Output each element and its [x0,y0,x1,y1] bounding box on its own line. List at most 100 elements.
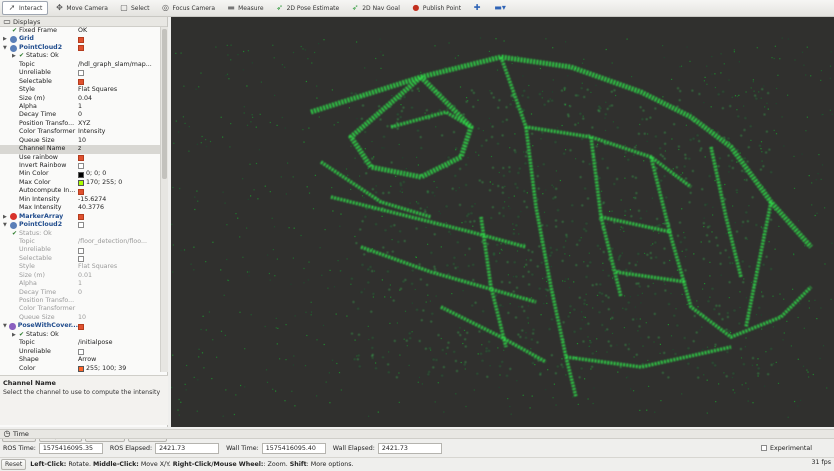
row-value[interactable]: 40.3776 [78,204,104,212]
property-row[interactable]: Color Transformer [0,305,160,313]
row-value[interactable]: 0 [78,111,82,119]
display-item[interactable]: ▶ Grid [0,35,160,44]
display-tree-scrollbar[interactable] [160,27,168,372]
experimental-checkbox[interactable] [761,445,767,451]
measure-tool-button[interactable]: ▬ Measure [222,1,269,15]
property-row[interactable]: Queue Size 10 [0,314,160,322]
property-row[interactable]: Unreliable [0,246,160,254]
color-swatch[interactable] [78,365,84,372]
property-row[interactable]: Max Color 170; 255; 0 [0,179,160,187]
move-camera-tool-button[interactable]: ✥ Move Camera [50,1,113,15]
enable-checkbox[interactable] [78,154,84,161]
property-row[interactable]: ✔ Status: Ok [0,230,160,238]
row-value[interactable]: 1 [78,280,82,288]
property-row[interactable]: Decay Time 0 [0,111,160,119]
display-item[interactable]: ▼ PointCloud2 [0,221,160,229]
property-row[interactable]: Color Transformer Intensity [0,128,160,136]
scrollbar-thumb[interactable] [162,29,167,179]
interact-tool-button[interactable]: ➚ Interact [2,1,49,15]
property-row[interactable]: Position Transfo... [0,297,160,305]
property-row[interactable]: Color 255; 100; 39 [0,365,160,373]
property-row[interactable]: Use rainbow [0,154,160,162]
reset-button[interactable]: Reset [1,459,27,470]
2d-nav-goal-tool-button[interactable]: ➶ 2D Nav Goal [346,1,405,15]
row-value[interactable]: 10 [78,137,86,145]
wall-elapsed-field[interactable]: 2421.73 [377,442,442,454]
row-value[interactable]: /floor_detection/floo... [78,238,147,246]
minus-dropdown-tool-button[interactable]: ▬▾ [488,1,512,15]
wall-time-field[interactable]: 1575416095.40 [261,442,326,454]
enable-checkbox[interactable] [78,45,84,52]
row-value[interactable]: /initialpose [78,339,112,347]
collapse-arrow-icon[interactable]: ▶ [3,35,10,43]
row-value[interactable]: 10 [78,314,86,322]
collapse-arrow-icon[interactable]: ▶ [3,213,10,221]
enable-checkbox[interactable] [78,70,84,77]
expand-arrow-icon[interactable]: ▼ [3,221,10,229]
enable-checkbox[interactable] [78,78,84,85]
row-value[interactable]: -15.6274 [78,196,106,204]
property-row[interactable]: Decay Time 0 [0,289,160,297]
row-value[interactable]: 0; 0; 0 [86,170,106,178]
enable-checkbox[interactable] [78,256,84,263]
property-row[interactable]: ▶ ✔ Status: Ok [0,52,160,60]
row-value[interactable]: Arrow [78,356,96,364]
property-row[interactable]: Topic/initialpose [0,339,160,347]
row-value[interactable]: 0.01 [78,272,92,280]
enable-checkbox[interactable] [78,36,84,43]
property-row[interactable]: Min Color 0; 0; 0 [0,170,160,178]
select-tool-button[interactable]: ▢ Select [115,1,155,15]
row-value[interactable]: Intensity [78,128,105,136]
property-row[interactable]: Autocompute In... [0,187,160,195]
row-value[interactable]: z [78,145,81,153]
ros-time-field[interactable]: 1575416095.35 [38,442,103,454]
row-value[interactable]: Flat Squares [78,263,117,271]
row-value[interactable]: 0.04 [78,95,92,103]
row-value[interactable]: 170; 255; 0 [86,179,122,187]
property-row[interactable]: Topic/hdl_graph_slam/map... [0,61,160,69]
property-row[interactable]: Shape Arrow [0,356,160,364]
row-value[interactable]: Flat Squares [78,86,117,94]
color-swatch[interactable] [78,180,84,187]
display-item[interactable]: ▼ PointCloud2 [0,44,160,52]
enable-checkbox[interactable] [78,163,84,170]
property-row[interactable]: Channel Name z [0,145,160,154]
enable-checkbox[interactable] [78,222,84,229]
enable-checkbox[interactable] [78,348,84,355]
3d-viewport[interactable] [171,17,834,427]
enable-checkbox[interactable] [78,247,84,254]
row-value[interactable]: 0 [78,289,82,297]
enable-checkbox[interactable] [78,213,84,220]
property-row[interactable]: Min Intensity -15.6274 [0,196,160,204]
property-row[interactable]: Alpha 1 [0,280,160,288]
enable-checkbox[interactable] [78,323,84,330]
property-row[interactable]: ✔ Fixed Frame OK [0,27,160,35]
publish-point-tool-button[interactable]: ● Publish Point [407,1,466,15]
property-row[interactable]: Style Flat Squares [0,263,160,271]
color-swatch[interactable] [78,171,84,178]
property-row[interactable]: Selectable [0,255,160,263]
display-item[interactable]: ▶ MarkerArray [0,213,160,221]
property-row[interactable]: Invert Rainbow [0,162,160,170]
property-row[interactable]: Size (m) 0.01 [0,272,160,280]
row-value[interactable]: XYZ [78,120,90,128]
property-row[interactable]: Style Flat Squares [0,86,160,94]
property-row[interactable]: Selectable [0,78,160,86]
property-row[interactable]: Max Intensity 40.3776 [0,204,160,212]
property-row[interactable]: Alpha 1 [0,103,160,111]
expand-arrow-icon[interactable]: ▼ [3,44,10,52]
row-value[interactable]: /hdl_graph_slam/map... [78,61,152,69]
property-row[interactable]: ▶ ✔ Status: Ok [0,331,160,339]
property-row[interactable]: Unreliable [0,69,160,77]
2d-pose-estimate-tool-button[interactable]: ➶ 2D Pose Estimate [271,1,345,15]
collapse-arrow-icon[interactable]: ▶ [12,331,19,339]
property-row[interactable]: Queue Size 10 [0,137,160,145]
enable-checkbox[interactable] [78,188,84,195]
plus-tool-button[interactable]: ✚ [468,1,486,15]
property-row[interactable]: Position Transfo... XYZ [0,120,160,128]
property-row[interactable]: Size (m) 0.04 [0,95,160,103]
row-value[interactable]: 1 [78,103,82,111]
display-item[interactable]: ▼ PoseWithCover... [0,322,160,331]
collapse-arrow-icon[interactable]: ▶ [12,52,19,60]
property-row[interactable]: Topic/floor_detection/floo... [0,238,160,246]
